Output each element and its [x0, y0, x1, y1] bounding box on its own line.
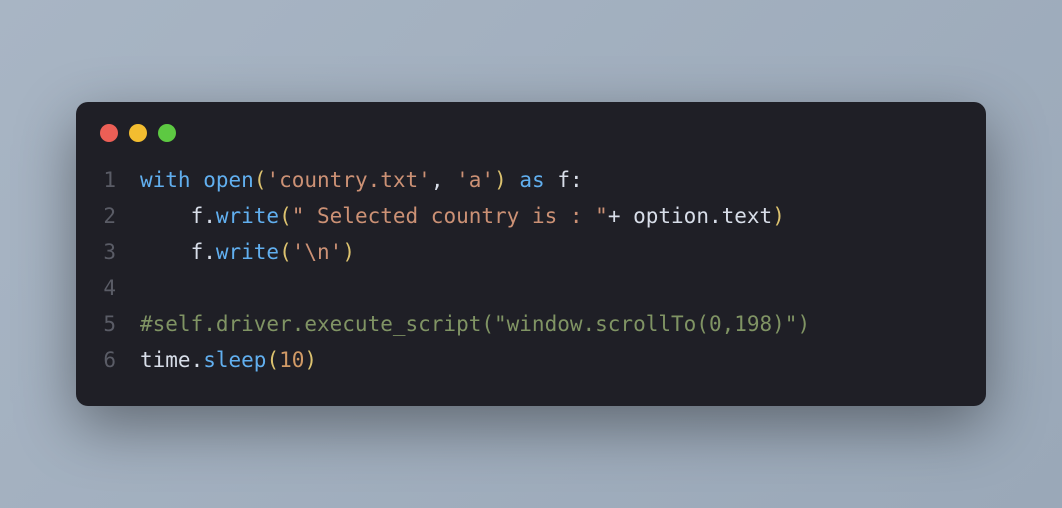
code-line: 5#self.driver.execute_script("window.scr…	[100, 306, 962, 342]
code-line: 3 f.write('\n')	[100, 234, 962, 270]
line-content: f.write(" Selected country is : "+ optio…	[140, 198, 785, 234]
line-content: f.write('\n')	[140, 234, 355, 270]
minimize-icon[interactable]	[129, 124, 147, 142]
line-number: 1	[100, 162, 140, 198]
line-content: #self.driver.execute_script("window.scro…	[140, 306, 810, 342]
line-number: 2	[100, 198, 140, 234]
titlebar	[76, 102, 986, 150]
line-content	[140, 270, 153, 306]
line-content: with open('country.txt', 'a') as f:	[140, 162, 583, 198]
close-icon[interactable]	[100, 124, 118, 142]
line-number: 5	[100, 306, 140, 342]
line-number: 3	[100, 234, 140, 270]
line-number: 6	[100, 342, 140, 378]
maximize-icon[interactable]	[158, 124, 176, 142]
code-block: 1with open('country.txt', 'a') as f:2 f.…	[76, 150, 986, 406]
line-content: time.sleep(10)	[140, 342, 317, 378]
code-line: 2 f.write(" Selected country is : "+ opt…	[100, 198, 962, 234]
code-window: 1with open('country.txt', 'a') as f:2 f.…	[76, 102, 986, 406]
code-line: 6time.sleep(10)	[100, 342, 962, 378]
line-number: 4	[100, 270, 140, 306]
code-line: 4	[100, 270, 962, 306]
code-line: 1with open('country.txt', 'a') as f:	[100, 162, 962, 198]
